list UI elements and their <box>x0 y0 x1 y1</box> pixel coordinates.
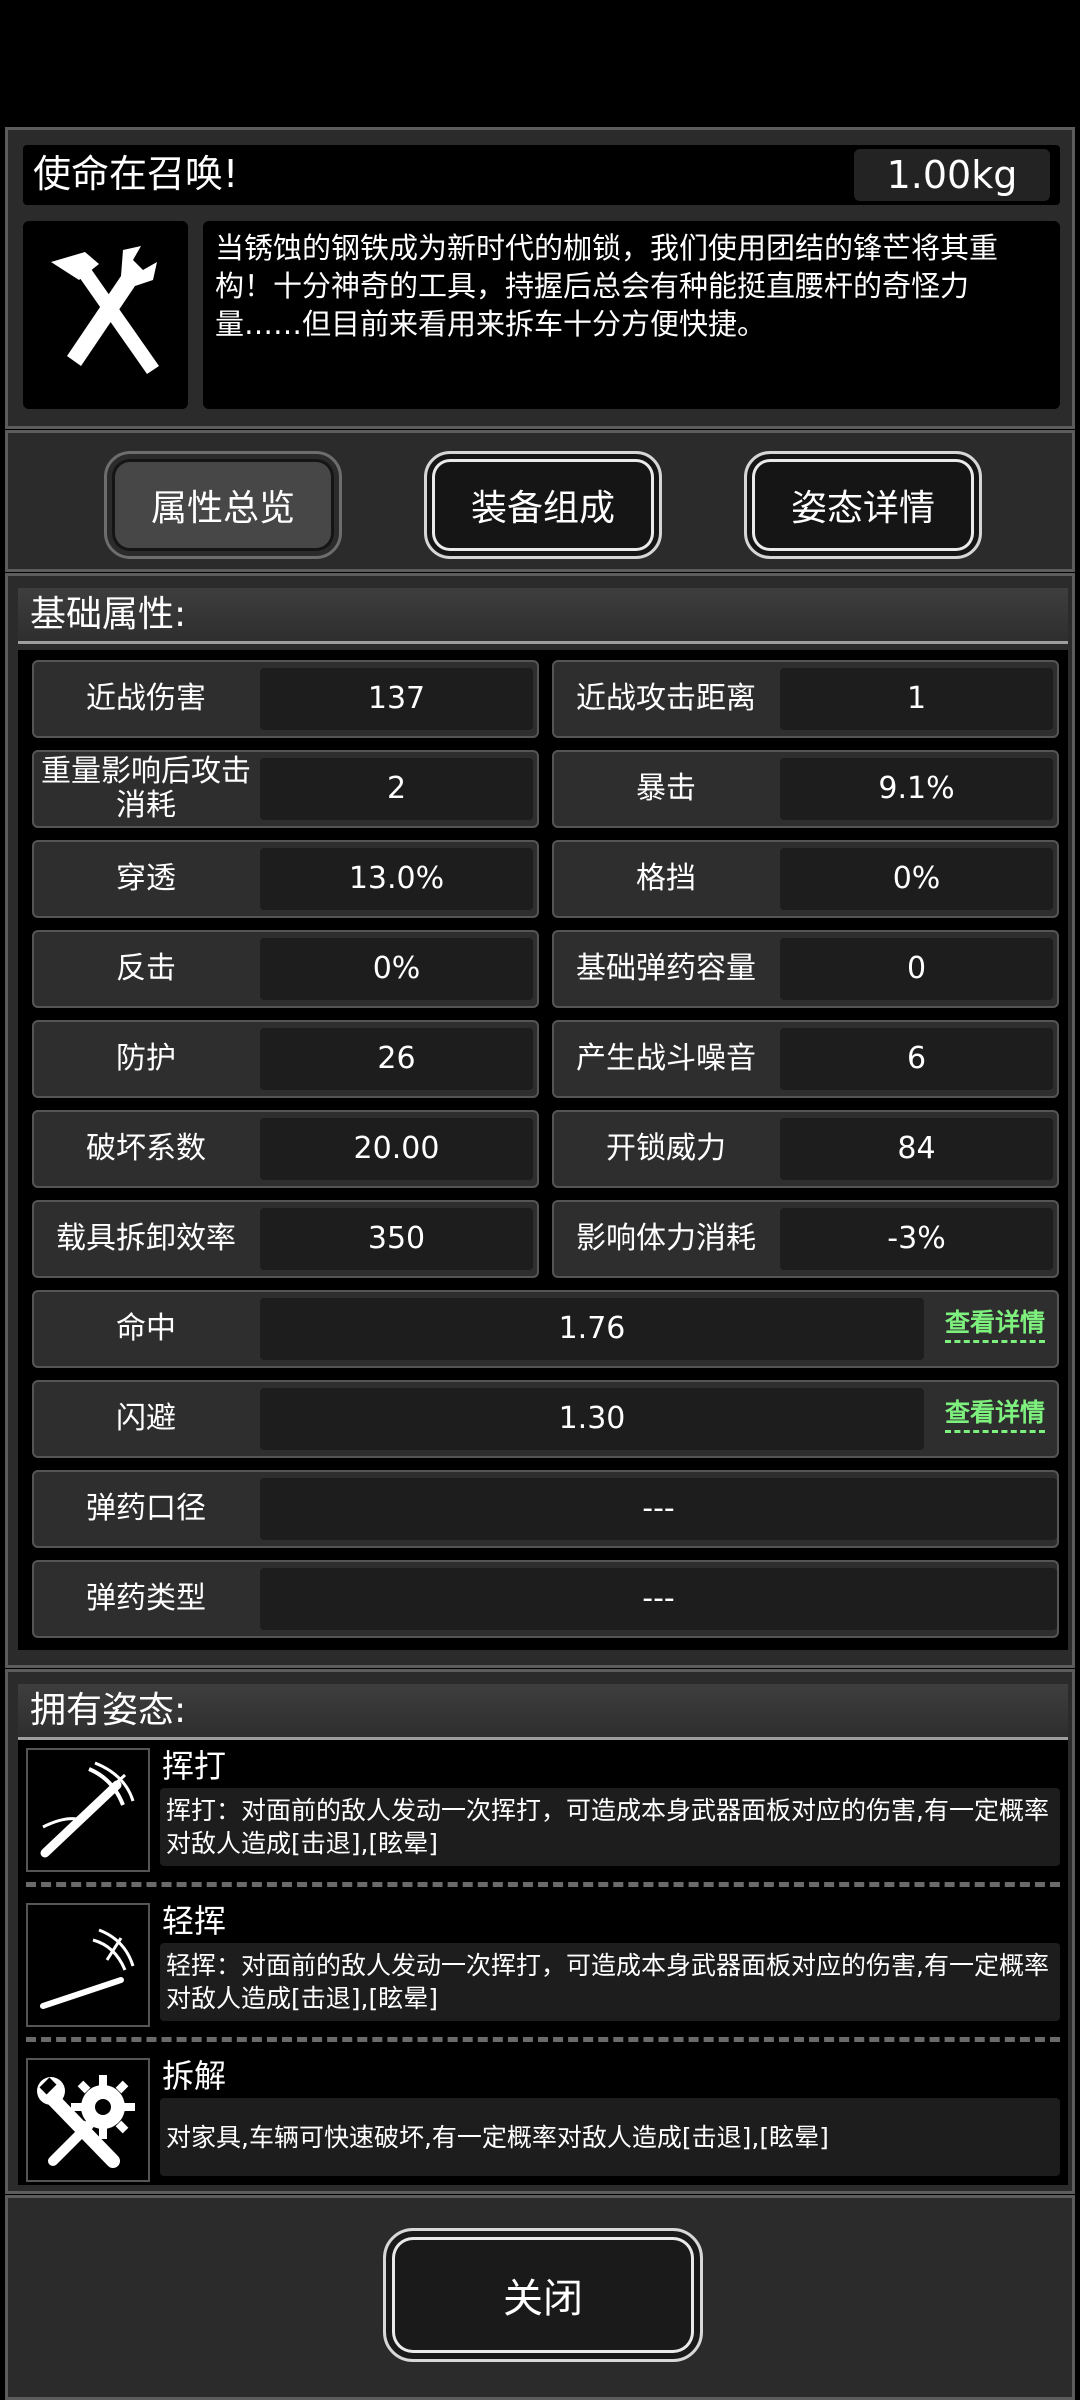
footer-panel: 关闭 <box>5 2195 1075 2400</box>
stat-label: 基础弹药容量 <box>576 951 756 986</box>
stat-label: 近战伤害 <box>86 681 206 716</box>
stat-block: 格挡 0% <box>552 840 1059 918</box>
stat-value: 6 <box>780 1028 1053 1090</box>
stats-grid: 近战伤害 137 近战攻击距离 1 重量影响后攻击消耗 2 暴击 9.1% 穿透… <box>18 650 1068 1650</box>
stat-label: 破坏系数 <box>86 1131 206 1166</box>
tab-label: 属性总览 <box>150 488 295 529</box>
tab-attributes-overview[interactable]: 属性总览 <box>104 451 342 559</box>
close-button-label: 关闭 <box>503 2276 583 2322</box>
stat-label: 重量影响后攻击消耗 <box>41 754 251 823</box>
stat-value: 2 <box>260 758 533 820</box>
tab-stance-details[interactable]: 姿态详情 <box>744 451 982 559</box>
stat-critical: 暴击 9.1% <box>552 750 1059 828</box>
stance-list: 挥打 挥打：对面前的敌人发动一次挥打，可造成本身武器面板对应的伤害,有一定概率对… <box>18 1740 1068 2185</box>
stat-label: 格挡 <box>636 861 696 896</box>
hammer-wrench-icon <box>23 221 188 409</box>
stance-description: 对家具,车辆可快速破坏,有一定概率对敌人造成[击退],[眩晕] <box>160 2098 1060 2176</box>
stat-value: 0 <box>780 938 1053 1000</box>
stat-value: 1.30 <box>260 1388 924 1450</box>
stat-value: 26 <box>260 1028 533 1090</box>
list-item[interactable]: 挥打 挥打：对面前的敌人发动一次挥打，可造成本身武器面板对应的伤害,有一定概率对… <box>18 1740 1068 1872</box>
section-title: 拥有姿态: <box>18 1684 1068 1740</box>
view-details-link[interactable]: 查看详情 <box>944 1306 1045 1343</box>
stat-value: 84 <box>780 1118 1053 1180</box>
divider <box>26 2037 1060 2042</box>
stat-value: --- <box>260 1568 1057 1630</box>
divider <box>26 1882 1060 1887</box>
section-title: 基础属性: <box>18 588 1068 644</box>
stat-value: -3% <box>780 1208 1053 1270</box>
stat-label: 影响体力消耗 <box>576 1221 756 1256</box>
stances-panel: 拥有姿态: 挥打 挥打：对面前的敌人发动一次挥打，可造成本身武器面板对应的伤害,… <box>5 1669 1075 2194</box>
stance-name: 拆解 <box>162 2057 227 2095</box>
stat-value: 13.0% <box>260 848 533 910</box>
stat-value: 1 <box>780 668 1053 730</box>
stat-vehicle-dismantle: 载具拆卸效率 350 <box>32 1200 539 1278</box>
item-description: 当锈蚀的钢铁成为新时代的枷锁，我们使用团结的锋芒将其重构！十分神奇的工具，持握后… <box>203 221 1060 409</box>
stat-label: 近战攻击距离 <box>576 681 756 716</box>
tab-label: 姿态详情 <box>790 488 935 529</box>
tab-bar: 属性总览 装备组成 姿态详情 <box>5 430 1075 572</box>
stat-accuracy: 命中 1.76 查看详情 <box>32 1290 1059 1368</box>
stat-label: 暴击 <box>636 771 696 806</box>
tab-label: 装备组成 <box>470 488 615 529</box>
list-item[interactable]: 拆解 对家具,车辆可快速破坏,有一定概率对敌人造成[击退],[眩晕] <box>18 2050 1068 2182</box>
stat-ammo-capacity: 基础弹药容量 0 <box>552 930 1059 1008</box>
tab-equipment-composition[interactable]: 装备组成 <box>424 451 662 559</box>
item-header-panel: 使命在召唤! 1.00kg 当锈蚀的钢铁成为新时代的枷锁，我们使用团结的锋芒将其… <box>5 127 1075 429</box>
stat-stamina-cost: 影响体力消耗 -3% <box>552 1200 1059 1278</box>
stat-value: 20.00 <box>260 1118 533 1180</box>
item-weight: 1.00kg <box>854 149 1050 201</box>
stat-label: 防护 <box>116 1041 176 1076</box>
stat-weight-attack-cost: 重量影响后攻击消耗 2 <box>32 750 539 828</box>
view-details-link[interactable]: 查看详情 <box>944 1396 1045 1433</box>
stance-name: 轻挥 <box>162 1902 227 1940</box>
stat-label: 弹药类型 <box>86 1581 206 1616</box>
stat-value: 0% <box>260 938 533 1000</box>
swing-strike-icon <box>26 1748 150 1872</box>
stat-value: 350 <box>260 1208 533 1270</box>
stat-label: 产生战斗噪音 <box>576 1041 756 1076</box>
stance-name: 挥打 <box>162 1747 227 1785</box>
stat-value: 0% <box>780 848 1053 910</box>
base-attributes-panel: 基础属性: 近战伤害 137 近战攻击距离 1 重量影响后攻击消耗 2 暴击 9… <box>5 573 1075 1668</box>
stat-label: 穿透 <box>116 861 176 896</box>
stance-description: 轻挥：对面前的敌人发动一次挥打，可造成本身武器面板对应的伤害,有一定概率对敌人造… <box>160 1943 1060 2021</box>
dismantle-icon <box>26 2058 150 2182</box>
stat-label: 命中 <box>116 1311 176 1346</box>
item-title: 使命在召唤! <box>33 152 239 196</box>
stat-protection: 防护 26 <box>32 1020 539 1098</box>
stat-label: 载具拆卸效率 <box>56 1221 236 1256</box>
stat-counter: 反击 0% <box>32 930 539 1008</box>
stat-label: 弹药口径 <box>86 1491 206 1526</box>
stat-label: 反击 <box>116 951 176 986</box>
stat-melee-damage: 近战伤害 137 <box>32 660 539 738</box>
stat-lockpick-power: 开锁威力 84 <box>552 1110 1059 1188</box>
title-bar: 使命在召唤! 1.00kg <box>23 145 1060 205</box>
stat-ammo-caliber: 弹药口径 --- <box>32 1470 1059 1548</box>
stat-value: 9.1% <box>780 758 1053 820</box>
stat-label: 开锁威力 <box>606 1131 726 1166</box>
stat-value: 137 <box>260 668 533 730</box>
stat-combat-noise: 产生战斗噪音 6 <box>552 1020 1059 1098</box>
stat-value: --- <box>260 1478 1057 1540</box>
stat-value: 1.76 <box>260 1298 924 1360</box>
light-swing-icon <box>26 1903 150 2027</box>
stat-ammo-type: 弹药类型 --- <box>32 1560 1059 1638</box>
stat-melee-range: 近战攻击距离 1 <box>552 660 1059 738</box>
stat-evasion: 闪避 1.30 查看详情 <box>32 1380 1059 1458</box>
stat-label: 闪避 <box>116 1401 176 1436</box>
close-button[interactable]: 关闭 <box>383 2228 703 2362</box>
stance-description: 挥打：对面前的敌人发动一次挥打，可造成本身武器面板对应的伤害,有一定概率对敌人造… <box>160 1788 1060 1866</box>
list-item[interactable]: 轻挥 轻挥：对面前的敌人发动一次挥打，可造成本身武器面板对应的伤害,有一定概率对… <box>18 1895 1068 2027</box>
stat-penetration: 穿透 13.0% <box>32 840 539 918</box>
stat-destruction-coef: 破坏系数 20.00 <box>32 1110 539 1188</box>
